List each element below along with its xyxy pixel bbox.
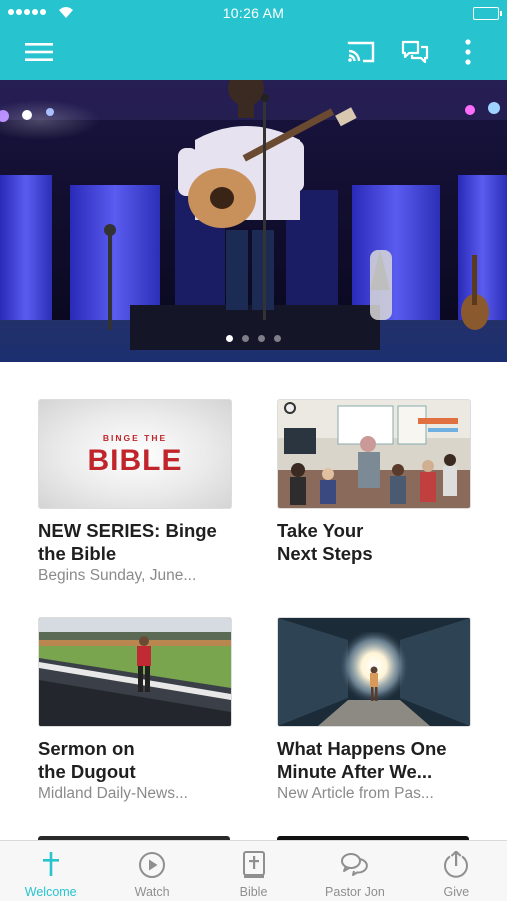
bible-icon (242, 851, 265, 878)
tab-label: Pastor Jon (325, 885, 385, 899)
content-feed[interactable]: BINGE THE BIBLE NEW SERIES: Binge the Bi… (0, 362, 507, 840)
chat-bubbles-icon (340, 853, 368, 876)
content-card[interactable]: Take Your Next Steps (277, 399, 471, 565)
play-circle-icon (139, 852, 166, 878)
cross-icon (42, 852, 59, 876)
content-card[interactable]: BINGE THE BIBLE NEW SERIES: Binge the Bi… (38, 399, 232, 585)
give-icon (444, 851, 469, 878)
tab-pastor-jon[interactable]: Pastor Jon (304, 841, 405, 901)
card-subtitle: Midland Daily-News... (38, 785, 188, 802)
hero-image (0, 80, 507, 362)
tab-label: Give (443, 885, 470, 899)
card-thumbnail[interactable] (38, 617, 232, 727)
tunnel-light-image (278, 618, 470, 726)
thumb-text-small: BINGE THE (102, 433, 168, 443)
chat-icon (401, 40, 429, 64)
content-card[interactable]: Sermon on the Dugout Midland Daily-News.… (38, 617, 232, 803)
hero-carousel[interactable] (0, 80, 507, 362)
more-vertical-icon (465, 39, 471, 65)
tab-label: Bible (239, 885, 268, 899)
tab-label: Watch (134, 885, 170, 899)
card-subtitle: Begins Sunday, June... (38, 567, 197, 584)
battery-icon (473, 7, 502, 20)
carousel-dot[interactable] (242, 335, 249, 342)
menu-button[interactable] (22, 36, 56, 68)
menu-icon (25, 43, 53, 61)
content-card[interactable]: What Happens One Minute After We... New … (277, 617, 471, 803)
cast-button[interactable] (344, 36, 378, 68)
tab-give[interactable]: Give (406, 841, 507, 901)
classroom-image (278, 400, 470, 508)
chat-button[interactable] (398, 36, 432, 68)
card-subtitle: New Article from Pas... (277, 785, 434, 802)
thumb-text-big: BIBLE (87, 444, 183, 477)
carousel-dot[interactable] (274, 335, 281, 342)
carousel-dots[interactable] (0, 335, 507, 342)
more-options-button[interactable] (456, 36, 480, 68)
tab-watch[interactable]: Watch (101, 841, 202, 901)
tab-welcome[interactable]: Welcome (0, 841, 101, 901)
card-thumbnail[interactable]: BINGE THE BIBLE (38, 399, 232, 509)
status-bar: 10:26 AM (0, 0, 507, 26)
carousel-dot[interactable] (226, 335, 233, 342)
status-time: 10:26 AM (222, 5, 285, 21)
tab-bible[interactable]: Bible (203, 841, 304, 901)
card-title[interactable]: What Happens One Minute After We... (277, 737, 471, 783)
carousel-dot[interactable] (258, 335, 265, 342)
card-title[interactable]: Take Your Next Steps (277, 519, 471, 565)
cast-icon (347, 41, 375, 63)
stadium-image (39, 618, 231, 726)
app-header: 10:26 AM (0, 0, 507, 80)
tab-label: Welcome (24, 885, 77, 899)
card-title[interactable]: NEW SERIES: Binge the Bible (38, 519, 232, 565)
bottom-tab-bar: Welcome Watch Bible Pastor Jon Give (0, 840, 507, 901)
card-thumbnail[interactable] (277, 617, 471, 727)
card-thumbnail[interactable] (277, 399, 471, 509)
card-title[interactable]: Sermon on the Dugout (38, 737, 232, 783)
